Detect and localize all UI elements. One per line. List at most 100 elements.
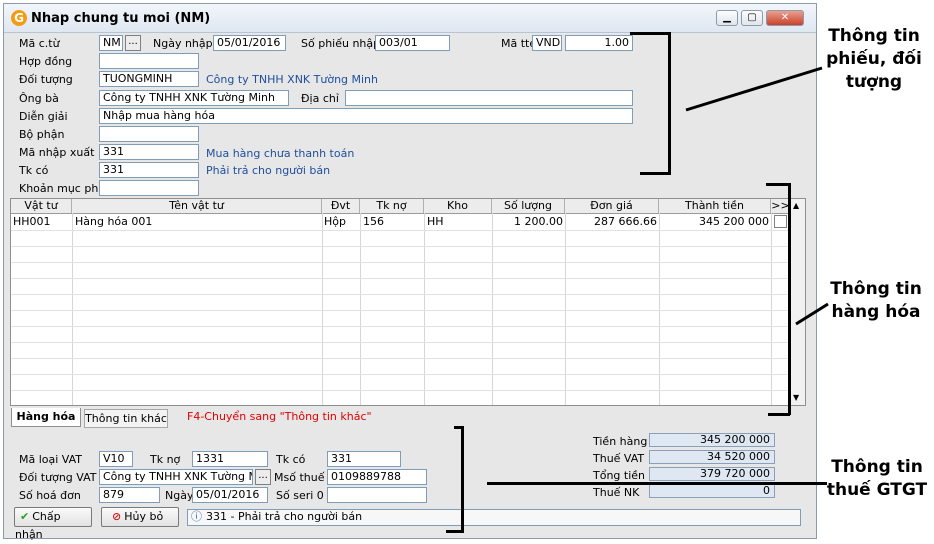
tong-tien-label: Tổng tiền (593, 469, 646, 482)
app-logo-icon: G (11, 10, 27, 26)
ma-ct-input[interactable]: NM (99, 35, 123, 51)
vat-doi-tuong-label: Đối tượng VAT (19, 471, 97, 484)
annotation-bracket (446, 530, 464, 533)
annotation-phieu-doi-tuong: Thông tin phiếu, đối tượng (824, 25, 924, 94)
tien-hang-label: Tiền hàng (593, 435, 648, 448)
annotation-line: Thông tin (830, 279, 922, 299)
col-tk-no[interactable]: Tk nợ (360, 199, 424, 213)
ngay-nhap-input[interactable]: 05/01/2016 (213, 35, 286, 51)
title-bar: G Nhap chung tu moi (NM) ▁ ▢ ✕ (4, 4, 816, 33)
vat-ma-loai-input[interactable]: V10 (99, 451, 133, 467)
status-bar: ⓘ 331 - Phải trả cho người bán (187, 509, 801, 526)
vat-ngay-label: Ngày (165, 489, 194, 502)
ngay-nhap-label: Ngày nhập (153, 37, 213, 50)
annotation-line: hàng hóa (831, 302, 921, 322)
vat-tk-no-input[interactable]: 1331 (192, 451, 268, 467)
bo-phan-input[interactable] (99, 126, 199, 142)
vat-so-seri-input[interactable] (327, 487, 427, 503)
cancel-button[interactable]: ⊘ Hủy bỏ (101, 507, 179, 527)
annotation-line: Thông tin (831, 457, 923, 477)
vat-ma-loai-label: Mã loại VAT (19, 453, 83, 466)
thue-vat-value: 34 520 000 (649, 450, 775, 464)
check-icon: ✔ (20, 510, 30, 523)
cancel-icon: ⊘ (112, 510, 122, 523)
minimize-button[interactable]: ▁ (716, 10, 738, 26)
ma-tte-input[interactable]: VND (532, 35, 562, 51)
grid-header: Vật tư Tên vật tư Đvt Tk nợ Kho Số lượng… (11, 199, 791, 214)
col-ten-vat-tu[interactable]: Tên vật tư (72, 199, 322, 213)
annotation-bracket (461, 428, 464, 532)
vat-so-seri-label: Số seri 0 (276, 489, 324, 502)
tab-thong-tin-khac[interactable]: Thông tin khác (84, 409, 168, 428)
khoan-muc-input[interactable] (99, 180, 199, 196)
vat-tk-co-input[interactable]: 331 (327, 451, 401, 467)
annotation-line: tượng (845, 72, 903, 92)
annotation-bracket (788, 183, 791, 415)
maximize-button[interactable]: ▢ (741, 10, 763, 26)
status-text: 331 - Phải trả cho người bán (206, 510, 363, 523)
hop-dong-input[interactable] (99, 53, 199, 69)
vat-doi-tuong-browse-button[interactable]: ... (255, 469, 271, 485)
annotation-bracket (668, 32, 671, 172)
col-vat-tu[interactable]: Vật tư (11, 199, 72, 213)
row-ten-vat-tu[interactable]: Hàng hóa 001 (75, 215, 152, 228)
annotation-bracket (454, 426, 464, 429)
thue-nk-label: Thuế NK (593, 486, 640, 499)
annotation-pointer (487, 482, 827, 485)
so-phieu-input[interactable]: 003/01 (375, 35, 450, 51)
ma-ct-label: Mã c.từ (19, 37, 60, 50)
col-don-gia[interactable]: Đơn giá (565, 199, 659, 213)
doi-tuong-input[interactable]: TUONGMINH (99, 71, 199, 87)
vat-doi-tuong-input[interactable]: Công ty TNHH XNK Tường Minh (99, 469, 253, 485)
annotation-thue-gtgt: Thông tin thuế GTGT (822, 456, 932, 502)
annotation-line: thuế GTGT (826, 480, 928, 500)
dien-giai-label: Diễn giải (19, 110, 68, 123)
tk-co-input[interactable]: 331 (99, 162, 199, 178)
accept-button[interactable]: ✔ Chấp nhận (14, 507, 92, 541)
close-button[interactable]: ✕ (766, 10, 804, 26)
annotation-bracket (630, 32, 670, 35)
ma-nx-label: Mã nhập xuất (19, 146, 95, 159)
scroll-up-icon[interactable]: ▲ (793, 201, 799, 210)
annotation-line: phiếu, đối (826, 49, 922, 69)
dia-chi-label: Địa chỉ (301, 92, 339, 105)
vat-ngay-input[interactable]: 05/01/2016 (192, 487, 268, 503)
row-so-luong[interactable]: 1 200.00 (492, 215, 563, 228)
vat-so-hd-label: Số hoá đơn (19, 489, 81, 502)
dien-giai-input[interactable]: Nhập mua hàng hóa (99, 108, 633, 124)
thue-nk-value: 0 (649, 484, 775, 498)
row-kho[interactable]: HH (427, 215, 444, 228)
vat-so-hd-input[interactable]: 879 (99, 487, 160, 503)
window-title: Nhap chung tu moi (NM) (31, 11, 211, 26)
scroll-down-icon[interactable]: ▼ (793, 393, 799, 402)
ma-tte-label: Mã tte (501, 37, 537, 50)
annotation-bracket (768, 413, 790, 416)
row-thanh-tien[interactable]: 345 200 000 (659, 215, 769, 228)
vat-mso-thue-input[interactable]: 0109889788 (327, 469, 427, 485)
goods-grid[interactable]: Vật tư Tên vật tư Đvt Tk nợ Kho Số lượng… (10, 198, 806, 406)
ong-ba-label: Ông bà (19, 92, 59, 105)
row-dvt[interactable]: Hộp (324, 215, 346, 228)
so-phieu-label: Số phiếu nhập (301, 37, 381, 50)
col-so-luong[interactable]: Số lượng (492, 199, 565, 213)
hop-dong-label: Hợp đồng (19, 55, 73, 68)
col-dvt[interactable]: Đvt (322, 199, 360, 213)
annotation-bracket (640, 172, 671, 175)
ty-gia-input[interactable]: 1.00 (565, 35, 633, 51)
ma-nx-input[interactable]: 331 (99, 144, 199, 160)
cancel-label: Hủy bỏ (124, 510, 164, 523)
row-don-gia[interactable]: 287 666.66 (565, 215, 657, 228)
ong-ba-input[interactable]: Công ty TNHH XNK Tường Minh (99, 90, 289, 106)
ma-nx-desc: Mua hàng chưa thanh toán (206, 147, 355, 160)
col-kho[interactable]: Kho (424, 199, 492, 213)
row-vat-tu[interactable]: HH001 (13, 215, 51, 228)
col-thanh-tien[interactable]: Thành tiền (659, 199, 771, 213)
row-checkbox[interactable] (774, 215, 787, 228)
doi-tuong-label: Đối tượng (19, 73, 73, 86)
tab-hang-hoa[interactable]: Hàng hóa (11, 408, 81, 427)
dia-chi-input[interactable] (345, 90, 633, 106)
tk-co-desc: Phải trả cho người bán (206, 164, 331, 177)
row-tk-no[interactable]: 156 (363, 215, 384, 228)
ma-ct-browse-button[interactable]: ... (125, 35, 141, 51)
thue-vat-label: Thuế VAT (593, 452, 645, 465)
